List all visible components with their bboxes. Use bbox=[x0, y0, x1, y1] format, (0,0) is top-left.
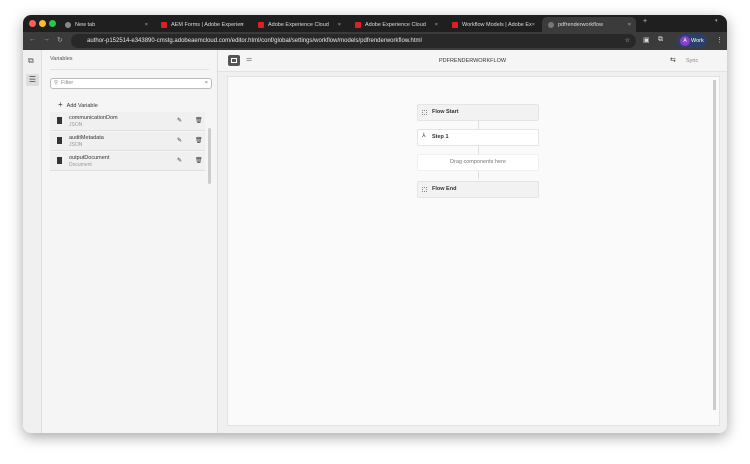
adobe-icon bbox=[161, 21, 167, 28]
new-tab-button[interactable]: + bbox=[643, 18, 647, 25]
flow-start-node[interactable]: Flow Start bbox=[417, 104, 539, 121]
close-icon[interactable]: × bbox=[145, 22, 148, 28]
tab-workflow-models[interactable]: Workflow Models | Adobe Ex × bbox=[446, 17, 540, 32]
address-bar[interactable]: author-p152514-e343890-cmstg.adobeaemclo… bbox=[71, 34, 636, 48]
forward-icon[interactable]: → bbox=[43, 36, 50, 43]
tab-label: pdfrenderworkflow bbox=[558, 21, 603, 28]
variables-panel: Variables ⚲ Filter × + Add Variable communi… bbox=[42, 50, 218, 433]
edit-icon[interactable]: ✎ bbox=[177, 117, 182, 124]
file-icon bbox=[57, 157, 62, 164]
minimize-window-button[interactable] bbox=[39, 20, 46, 27]
profile-button[interactable]: Work bbox=[677, 34, 707, 48]
menu-icon[interactable]: ⋮ bbox=[716, 36, 723, 44]
tab-bar: New tab × AEM Forms | Adobe Experien × Ado… bbox=[23, 15, 727, 32]
variable-name: communicationDom bbox=[69, 115, 118, 121]
delete-icon[interactable]: 🗑 bbox=[195, 117, 203, 124]
variable-item[interactable]: outputDocument Document ✎ 🗑 bbox=[50, 152, 205, 171]
file-icon bbox=[57, 117, 62, 124]
add-components-icon[interactable]: ⧉ bbox=[28, 56, 34, 66]
add-variable-label: Add Variable bbox=[66, 103, 98, 109]
node-label: Step 1 bbox=[432, 134, 449, 140]
variable-name: auditMetadata bbox=[69, 135, 104, 141]
close-window-button[interactable] bbox=[29, 20, 36, 27]
flow-node-icon bbox=[422, 110, 427, 115]
tab-label: Adobe Experience Cloud bbox=[365, 21, 426, 28]
browser-window: New tab × AEM Forms | Adobe Experien × Ado… bbox=[23, 15, 727, 433]
file-icon bbox=[57, 137, 62, 144]
tab-label: New tab bbox=[75, 21, 96, 28]
canvas-scrollbar[interactable] bbox=[713, 80, 716, 410]
step-icon: ⅄ bbox=[422, 133, 426, 139]
tab-adobe-experience-cloud-2[interactable]: Adobe Experience Cloud × bbox=[349, 17, 443, 32]
variables-list-icon[interactable]: ☰ bbox=[26, 74, 39, 86]
side-rail: ⧉ ☰ bbox=[23, 50, 42, 433]
flow-end-node[interactable]: Flow End bbox=[417, 181, 539, 198]
edit-icon[interactable]: ✎ bbox=[177, 137, 182, 144]
tab-label: Adobe Experience Cloud bbox=[268, 21, 329, 28]
drop-zone[interactable]: Drag components here bbox=[417, 154, 539, 171]
variable-name: outputDocument bbox=[69, 155, 110, 161]
close-icon[interactable]: × bbox=[532, 22, 535, 28]
close-icon[interactable]: × bbox=[435, 22, 438, 28]
divider bbox=[50, 69, 209, 70]
close-icon[interactable]: × bbox=[241, 22, 244, 28]
close-icon[interactable]: × bbox=[628, 22, 631, 28]
connector bbox=[478, 146, 479, 154]
tab-pdfrenderworkflow[interactable]: pdfrenderworkflow × bbox=[542, 17, 636, 32]
workflow-canvas[interactable]: Flow Start ⅄ Step 1 Drag components here … bbox=[227, 76, 720, 426]
filter-placeholder: Filter bbox=[61, 80, 74, 86]
workflow-editor: ⚌ PDFRENDERWORKFLOW ⇆ Sync Flow Start ⅄ S… bbox=[218, 50, 727, 433]
edit-icon[interactable]: ✎ bbox=[177, 157, 182, 164]
variable-type: Document bbox=[69, 162, 92, 168]
variable-type: JSON bbox=[69, 122, 83, 128]
tab-label: Workflow Models | Adobe Ex bbox=[462, 21, 532, 28]
flow-node-icon bbox=[422, 187, 427, 192]
panel-title: Variables bbox=[50, 56, 73, 62]
adobe-icon bbox=[258, 21, 264, 28]
clear-icon[interactable]: × bbox=[205, 79, 208, 88]
tab-aem-forms[interactable]: AEM Forms | Adobe Experien × bbox=[155, 17, 249, 32]
maximize-window-button[interactable] bbox=[49, 20, 56, 27]
adobe-icon bbox=[355, 21, 361, 28]
url-text: author-p152514-e343890-cmstg.adobeaemclo… bbox=[87, 38, 422, 44]
browser-toolbar: ← → ↻ author-p152514-e343890-cmstg.adobe… bbox=[23, 32, 727, 50]
variable-type: JSON bbox=[69, 142, 83, 148]
extension-icon[interactable]: ▣ bbox=[643, 36, 650, 44]
connector bbox=[478, 121, 479, 129]
workflow-title: PDFRENDERWORKFLOW bbox=[438, 58, 507, 64]
editor-header: ⚌ PDFRENDERWORKFLOW ⇆ Sync bbox=[218, 50, 727, 72]
variable-item[interactable]: communicationDom JSON ✎ 🗑 bbox=[50, 112, 205, 131]
add-variable-button[interactable]: + Add Variable bbox=[58, 100, 98, 109]
tab-new-tab[interactable]: New tab × bbox=[59, 17, 153, 32]
filter-input[interactable]: ⚲ Filter × bbox=[50, 78, 212, 89]
tab-label: AEM Forms | Adobe Experien bbox=[171, 21, 244, 28]
search-icon: ⚲ bbox=[54, 80, 59, 86]
tab-adobe-experience-cloud[interactable]: Adobe Experience Cloud × bbox=[252, 17, 346, 32]
extensions-puzzle-icon[interactable]: ⧉ bbox=[658, 36, 663, 44]
profile-label: Work bbox=[691, 38, 704, 44]
plus-icon: + bbox=[58, 100, 63, 109]
delete-icon[interactable]: 🗑 bbox=[195, 137, 203, 144]
close-icon[interactable]: × bbox=[338, 22, 341, 28]
delete-icon[interactable]: 🗑 bbox=[195, 157, 203, 164]
adobe-icon bbox=[452, 21, 458, 28]
node-label: Flow End bbox=[432, 186, 457, 192]
back-icon[interactable]: ← bbox=[29, 36, 36, 43]
node-label: Flow Start bbox=[432, 109, 459, 115]
panel-scrollbar[interactable] bbox=[208, 128, 211, 184]
sync-button[interactable]: Sync bbox=[686, 58, 698, 64]
step-node[interactable]: ⅄ Step 1 bbox=[417, 129, 539, 146]
reload-icon[interactable]: ↻ bbox=[57, 36, 63, 44]
drop-zone-label: Drag components here bbox=[450, 159, 506, 165]
variable-item[interactable]: auditMetadata JSON ✎ 🗑 bbox=[50, 132, 205, 151]
sync-icon[interactable]: ⇆ bbox=[670, 56, 676, 64]
connector bbox=[478, 171, 479, 179]
star-icon[interactable]: ☆ bbox=[625, 34, 630, 48]
tab-search-button[interactable]: ▾ bbox=[715, 18, 718, 24]
